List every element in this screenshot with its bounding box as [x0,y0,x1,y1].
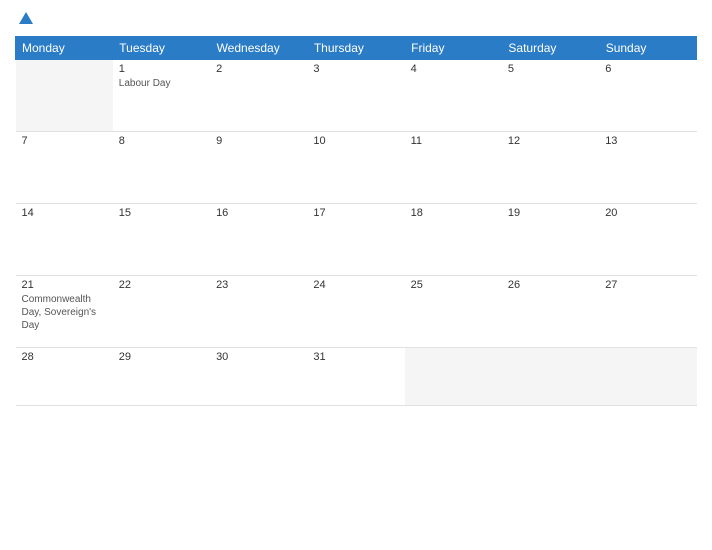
day-number: 7 [22,135,107,147]
day-number: 15 [119,207,204,219]
calendar-cell: 28 [16,348,113,406]
day-number: 1 [119,63,204,75]
header [15,10,697,28]
day-number: 17 [313,207,398,219]
calendar-cell: 21 Commonwealth Day, Sovereign's Day [16,276,113,348]
day-number: 30 [216,351,301,363]
calendar-cell: 24 [307,276,404,348]
day-number: 25 [411,279,496,291]
calendar-cell: 25 [405,276,502,348]
calendar-cell: 31 [307,348,404,406]
holiday-label: Commonwealth Day, Sovereign's Day [22,293,107,332]
calendar-cell: 6 [599,60,696,132]
calendar-cell: 14 [16,204,113,276]
calendar-cell: 16 [210,204,307,276]
logo-icon [17,10,35,28]
day-number: 24 [313,279,398,291]
calendar-cell [405,348,502,406]
day-number: 9 [216,135,301,147]
day-number: 12 [508,135,593,147]
day-number: 31 [313,351,398,363]
day-number: 5 [508,63,593,75]
calendar-cell: 2 [210,60,307,132]
col-header-saturday: Saturday [502,37,599,60]
calendar-cell: 19 [502,204,599,276]
calendar-cell: 8 [113,132,210,204]
calendar-cell [16,60,113,132]
day-number: 16 [216,207,301,219]
col-header-thursday: Thursday [307,37,404,60]
day-number: 26 [508,279,593,291]
calendar-cell: 10 [307,132,404,204]
calendar-body: 1 Labour Day 23 456 789 10 11 12 13 14 15 16 17 18 19 2… [16,60,697,406]
day-number: 13 [605,135,690,147]
calendar-cell: 5 [502,60,599,132]
calendar-cell: 30 [210,348,307,406]
day-number: 18 [411,207,496,219]
logo [15,10,37,28]
calendar-cell: 20 [599,204,696,276]
day-number: 6 [605,63,690,75]
col-header-sunday: Sunday [599,37,696,60]
week-row: 789 10 11 12 13 [16,132,697,204]
col-header-wednesday: Wednesday [210,37,307,60]
calendar-cell: 26 [502,276,599,348]
calendar-cell [599,348,696,406]
day-number: 10 [313,135,398,147]
day-number: 11 [411,135,496,147]
day-number: 3 [313,63,398,75]
day-number: 21 [22,279,107,291]
day-number: 29 [119,351,204,363]
col-header-friday: Friday [405,37,502,60]
calendar-cell: 7 [16,132,113,204]
day-number: 22 [119,279,204,291]
day-number: 20 [605,207,690,219]
calendar-cell [502,348,599,406]
calendar-cell: 1 Labour Day [113,60,210,132]
calendar-cell: 13 [599,132,696,204]
calendar-cell: 27 [599,276,696,348]
header-row: MondayTuesdayWednesdayThursdayFridaySatu… [16,37,697,60]
day-number: 28 [22,351,107,363]
week-row: 21 Commonwealth Day, Sovereign's Day 22 23 2… [16,276,697,348]
day-number: 23 [216,279,301,291]
week-row: 14 15 16 17 18 19 20 [16,204,697,276]
calendar-cell: 18 [405,204,502,276]
calendar-cell: 11 [405,132,502,204]
calendar-table: MondayTuesdayWednesdayThursdayFridaySatu… [15,36,697,406]
calendar-cell: 23 [210,276,307,348]
day-number: 14 [22,207,107,219]
day-number: 4 [411,63,496,75]
holiday-label: Labour Day [119,77,204,90]
day-number: 2 [216,63,301,75]
calendar-cell: 15 [113,204,210,276]
col-header-tuesday: Tuesday [113,37,210,60]
col-header-monday: Monday [16,37,113,60]
day-number: 27 [605,279,690,291]
calendar-cell: 9 [210,132,307,204]
calendar-cell: 4 [405,60,502,132]
week-row: 1 Labour Day 23 456 [16,60,697,132]
day-number: 8 [119,135,204,147]
week-row: 28 29 30 31 [16,348,697,406]
calendar-cell: 17 [307,204,404,276]
calendar-cell: 29 [113,348,210,406]
calendar-cell: 3 [307,60,404,132]
calendar-cell: 22 [113,276,210,348]
page: MondayTuesdayWednesdayThursdayFridaySatu… [0,0,712,550]
day-number: 19 [508,207,593,219]
calendar-cell: 12 [502,132,599,204]
